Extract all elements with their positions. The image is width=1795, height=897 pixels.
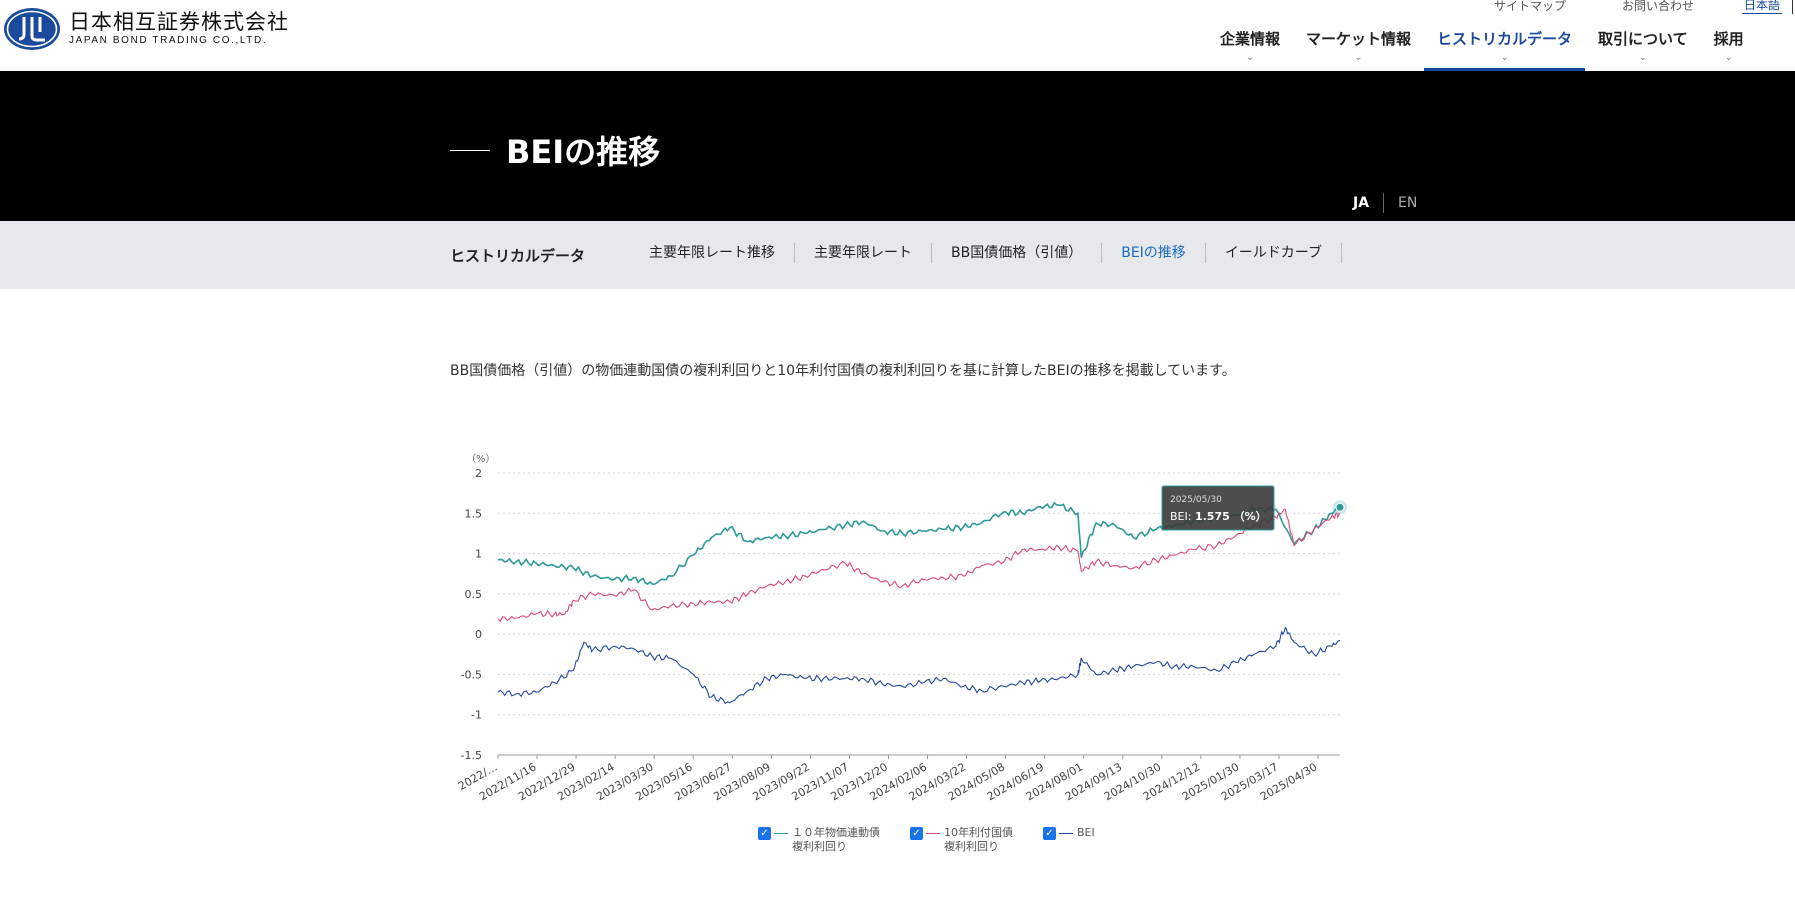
nav-historical-data[interactable]: ヒストリカルデータ ⌄ — [1424, 28, 1586, 71]
subnav-link-major-rates[interactable]: 主要年限レート — [795, 243, 932, 263]
legend-swatch — [926, 833, 940, 834]
subnav-link-bei-trend[interactable]: BEIの推移 — [1102, 243, 1206, 263]
title-dash — [450, 149, 490, 151]
logo-english-name: JAPAN BOND TRADING CO.,LTD. — [69, 35, 268, 46]
y-axis-unit-label: （%） — [466, 453, 496, 465]
site-header: 日本相互証券株式会社 JAPAN BOND TRADING CO.,LTD. サ… — [0, 0, 1795, 71]
y-tick-label: -0.5 — [461, 668, 482, 681]
checkbox-checked-icon[interactable]: ✓ — [910, 827, 923, 840]
legend-label: BEI — [1077, 826, 1095, 839]
y-tick-label: 2 — [475, 467, 482, 480]
y-tick-label: -1.5 — [461, 749, 482, 762]
nav-recruit[interactable]: 採用 ⌄ — [1701, 28, 1757, 71]
lang-en-toggle[interactable]: EN — [1398, 195, 1417, 211]
legend-label: 10年利付国債 複利利回り — [944, 826, 1013, 853]
nav-about-trading[interactable]: 取引について ⌄ — [1585, 28, 1701, 71]
jbtc-logo-icon — [4, 8, 60, 50]
nav-market-info[interactable]: マーケット情報 ⌄ — [1293, 28, 1424, 71]
tooltip-value: BEI: 1.575 （%） — [1170, 510, 1267, 523]
logo-japanese-name: 日本相互証券株式会社 — [69, 10, 289, 34]
utility-divider — [1792, 0, 1793, 14]
series-line-bei[interactable] — [497, 626, 1341, 705]
sitemap-link[interactable]: サイトマップ — [1494, 0, 1566, 14]
legend-label: １０年物価連動債 複利利回り — [792, 826, 880, 853]
legend-item-bei[interactable]: ✓ BEI — [1043, 826, 1095, 854]
y-tick-label: 1 — [475, 548, 482, 561]
language-link-japanese[interactable]: 日本語 — [1741, 0, 1782, 14]
chevron-down-icon: ⌄ — [1639, 53, 1647, 63]
page-hero: BEIの推移 JA EN — [0, 71, 1795, 221]
legend-item-inflation-indexed[interactable]: ✓ １０年物価連動債 複利利回り — [758, 826, 880, 854]
chevron-down-icon: ⌄ — [1500, 53, 1509, 63]
chevron-down-icon: ⌄ — [1724, 53, 1733, 63]
chart-legend: ✓ １０年物価連動債 複利利回り ✓ 10年利付国債 複利利回り ✓ BEI — [758, 826, 1095, 854]
subnav-link-major-rate-trend[interactable]: 主要年限レート推移 — [630, 243, 795, 263]
checkbox-checked-icon[interactable]: ✓ — [1043, 827, 1056, 840]
chevron-down-icon: ⌄ — [1354, 53, 1363, 63]
utility-nav: サイトマップ お問い合わせ 日本語 — [1438, 0, 1795, 14]
subnav-link-yield-curve[interactable]: イールドカーブ — [1206, 243, 1342, 263]
lang-ja-toggle[interactable]: JA — [1353, 195, 1369, 211]
legend-item-10y-jgb[interactable]: ✓ 10年利付国債 複利利回り — [910, 826, 1013, 854]
bei-line-chart[interactable]: （%）21.510.50-0.5-1-1.52022/…2022/11/1620… — [450, 440, 1450, 820]
language-switcher: JA EN — [1353, 193, 1417, 213]
legend-swatch — [1059, 833, 1073, 834]
legend-swatch — [774, 833, 788, 834]
nav-corporate-info[interactable]: 企業情報 ⌄ — [1207, 28, 1293, 71]
hover-point[interactable] — [1335, 502, 1345, 512]
y-tick-label: 0.5 — [465, 588, 483, 601]
intro-text: BB国債価格（引値）の物価連動国債の複利利回りと10年利付国債の複利利回りを基に… — [450, 363, 1236, 379]
checkbox-checked-icon[interactable]: ✓ — [758, 827, 771, 840]
page-title: BEIの推移 — [506, 133, 661, 171]
y-tick-label: 1.5 — [465, 507, 483, 520]
historical-data-subnav: ヒストリカルデータ 主要年限レート推移 主要年限レート BB国債価格（引値） B… — [0, 221, 1795, 289]
lang-divider — [1383, 193, 1385, 213]
chart-tooltip — [1161, 485, 1275, 531]
main-nav: 企業情報 ⌄ マーケット情報 ⌄ ヒストリカルデータ ⌄ 取引について ⌄ 採用… — [1207, 28, 1757, 71]
y-tick-label: 0 — [475, 628, 482, 641]
tooltip-date: 2025/05/30 — [1170, 495, 1222, 505]
company-logo[interactable]: 日本相互証券株式会社 JAPAN BOND TRADING CO.,LTD. — [3, 6, 289, 52]
chevron-down-icon: ⌄ — [1246, 53, 1254, 63]
subnav-link-bb-jgb-prices[interactable]: BB国債価格（引値） — [932, 243, 1103, 263]
subnav-title: ヒストリカルデータ — [450, 247, 586, 265]
y-tick-label: -1 — [471, 709, 482, 722]
contact-link[interactable]: お問い合わせ — [1622, 0, 1694, 14]
